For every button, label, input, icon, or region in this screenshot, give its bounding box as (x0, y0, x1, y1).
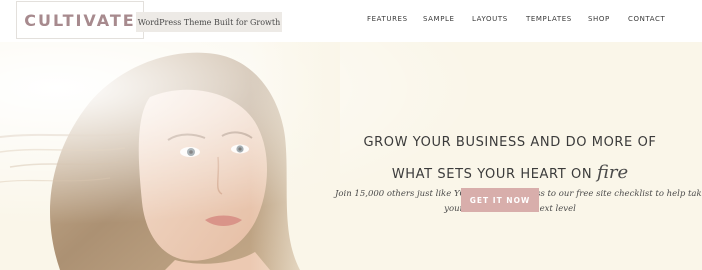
hero-headline-prefix: WHAT SETS YOUR HEART ON (391, 167, 593, 182)
hero-section: GROW YOUR BUSINESS AND DO MORE OF WHAT S… (0, 42, 702, 270)
get-it-now-button[interactable]: GET IT NOW (461, 188, 539, 212)
hero-woman-photo (0, 42, 702, 270)
nav-sample[interactable]: SAMPLE (423, 15, 455, 23)
site-logo[interactable]: CULTIVATE (16, 1, 144, 39)
nav-layouts[interactable]: LAYOUTS (472, 15, 508, 23)
hero-headline-line-1: GROW YOUR BUSINESS AND DO MORE OF (363, 135, 657, 150)
logo-text: CULTIVATE (24, 10, 136, 30)
site-tagline: WordPress Theme Built for Growth (136, 12, 282, 32)
nav-contact[interactable]: CONTACT (628, 15, 665, 23)
nav-features[interactable]: FEATURES (367, 15, 408, 23)
site-header: CULTIVATE WordPress Theme Built for Grow… (0, 0, 702, 42)
hero-headline-line-2: WHAT SETS YOUR HEART ON fire (330, 162, 690, 183)
nav-shop[interactable]: SHOP (588, 15, 610, 23)
hero-headline-script-word: fire (596, 162, 629, 183)
nav-templates[interactable]: TEMPLATES (526, 15, 572, 23)
